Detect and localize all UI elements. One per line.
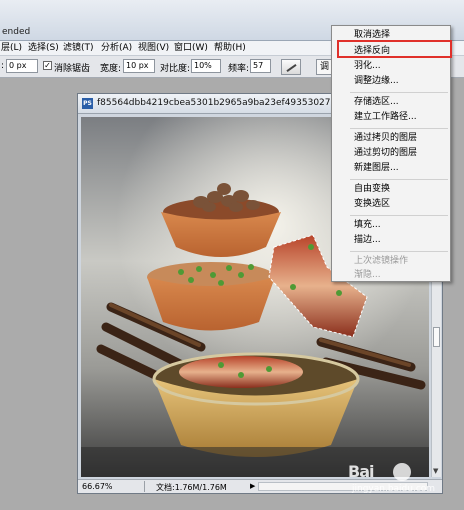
context-menu: 取消选择 选择反向 羽化... 调整边缘... 存储选区... 建立工作路径..…	[331, 25, 451, 282]
tablet-pressure-button[interactable]	[281, 59, 301, 75]
contrast-label: 对比度:	[160, 64, 191, 74]
highlight-annotation	[337, 40, 452, 58]
menu-analysis[interactable]: 分析(A)	[101, 42, 132, 55]
menu-separator	[350, 128, 448, 129]
antialias-label: 消除锯齿	[54, 64, 91, 74]
baidu-watermark: Bai jingyan.baidu.com	[348, 462, 458, 502]
menu-select[interactable]: 选择(S)	[28, 42, 59, 55]
menu-layer[interactable]: 层(L)	[1, 42, 22, 55]
menu-item-layer-via-copy[interactable]: 通过拷贝的图层	[354, 132, 417, 144]
contrast-input[interactable]: 10%	[191, 59, 221, 73]
frequency-input[interactable]: 57	[250, 59, 271, 73]
menu-separator	[350, 215, 448, 216]
frequency-label: 频率:	[228, 64, 250, 74]
antialias-checkbox[interactable]: ✓	[43, 61, 52, 70]
menu-item-feather[interactable]: 羽化...	[354, 60, 381, 72]
menu-item-last-filter: 上次滤镜操作	[354, 256, 409, 266]
menu-separator	[350, 251, 448, 252]
menu-item-free-transform[interactable]: 自由变换	[354, 183, 390, 195]
menu-item-new-layer[interactable]: 新建图层...	[354, 162, 399, 174]
menu-item-make-work-path[interactable]: 建立工作路径...	[354, 111, 417, 123]
watermark-url: jingyan.baidu.com	[352, 484, 436, 494]
menu-item-layer-via-cut[interactable]: 通过剪切的图层	[354, 147, 417, 159]
scrollbar-thumb[interactable]	[433, 327, 440, 347]
app-title: ended	[2, 27, 31, 37]
feather-label: :	[1, 61, 5, 71]
menu-item-transform-selection[interactable]: 变换选区	[354, 198, 390, 210]
status-menu-arrow-icon[interactable]: ▶	[250, 482, 255, 490]
menu-filter[interactable]: 滤镜(T)	[63, 42, 94, 55]
paw-icon	[393, 463, 411, 481]
menu-item-stroke[interactable]: 描边...	[354, 234, 381, 246]
menu-item-fill[interactable]: 填充...	[354, 219, 381, 231]
status-divider	[144, 481, 145, 492]
zoom-level[interactable]: 66.67%	[82, 482, 113, 491]
document-icon: PS	[82, 98, 93, 109]
width-input[interactable]: 10 px	[123, 59, 155, 73]
menu-window[interactable]: 窗口(W)	[174, 42, 208, 55]
menu-item-save-selection[interactable]: 存储选区...	[354, 96, 399, 108]
document-size-info: 文档:1.76M/1.76M	[156, 483, 227, 492]
menu-item-refine-edge[interactable]: 调整边缘...	[354, 75, 399, 87]
menu-view[interactable]: 视图(V)	[138, 42, 169, 55]
menu-separator	[350, 179, 448, 180]
menu-help[interactable]: 帮助(H)	[214, 42, 246, 55]
watermark-logo: Bai	[348, 462, 375, 481]
menu-separator	[350, 92, 448, 93]
menu-item-fade: 渐隐...	[354, 270, 381, 280]
feather-input[interactable]: 0 px	[6, 59, 38, 73]
width-label: 宽度:	[100, 64, 122, 74]
